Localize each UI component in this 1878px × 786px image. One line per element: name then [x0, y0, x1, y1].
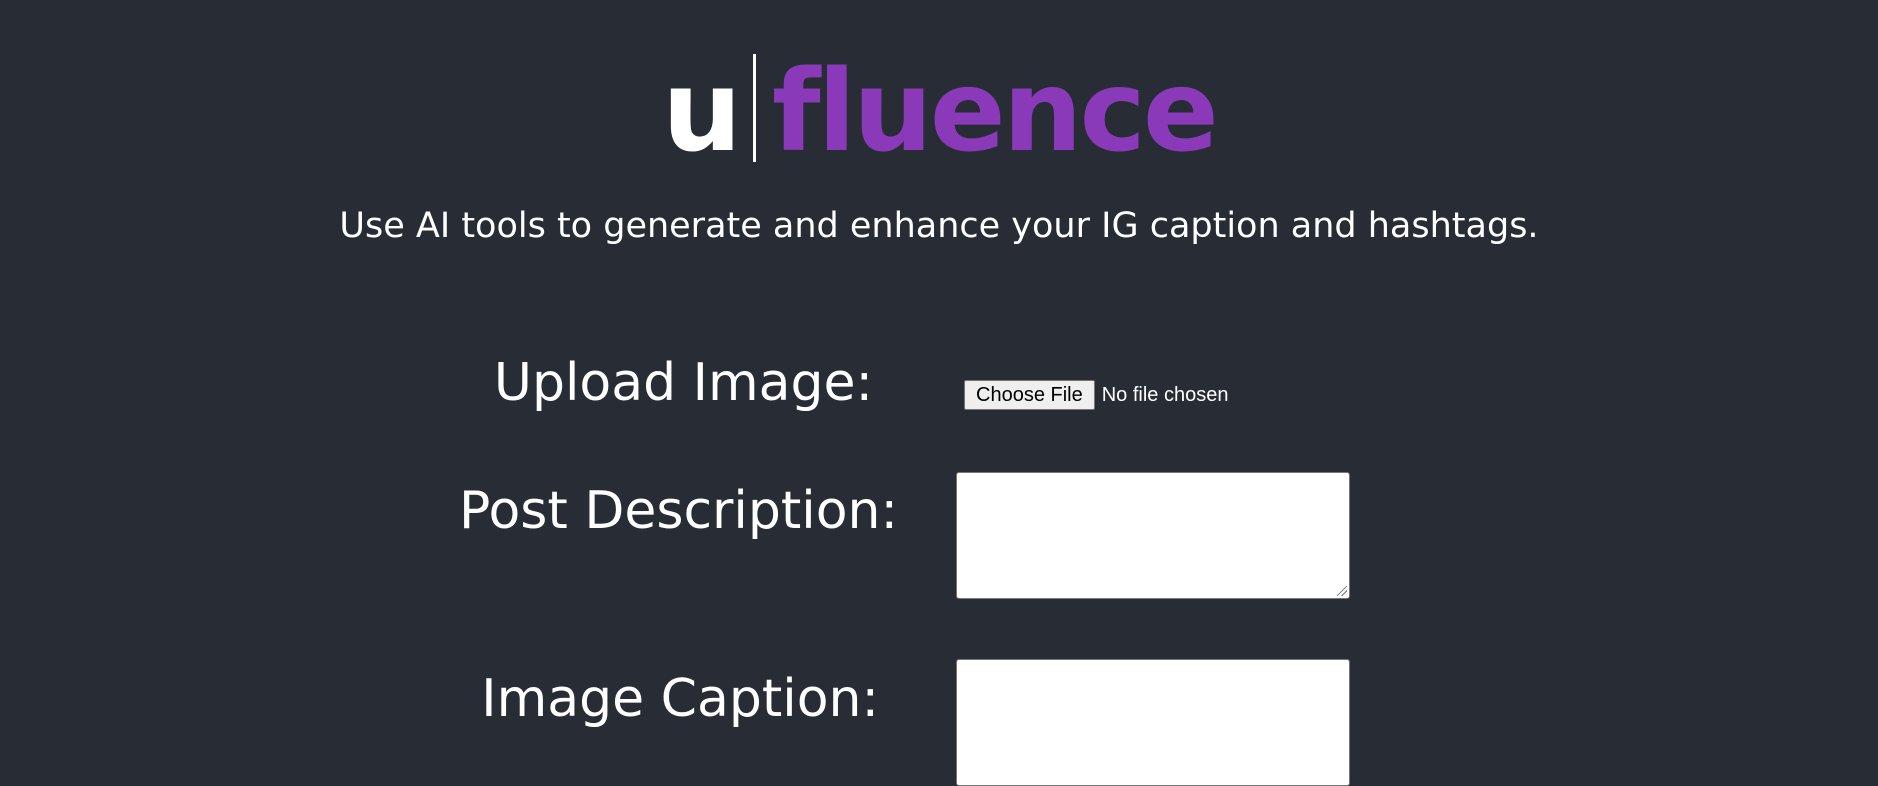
logo-divider — [752, 54, 756, 162]
logo-letter-u: u — [662, 47, 742, 177]
image-caption-textarea[interactable] — [956, 659, 1350, 786]
post-description-textarea[interactable] — [956, 472, 1350, 599]
page-subtitle: Use AI tools to generate and enhance you… — [339, 206, 1539, 246]
choose-file-button[interactable]: Choose File — [964, 380, 1095, 410]
file-status-text: No file chosen — [1101, 383, 1229, 406]
image-file-input[interactable]: Choose File No file chosen — [964, 380, 1228, 410]
app-logo: u fluence — [0, 52, 1878, 172]
post-description-label: Post Description: — [458, 481, 898, 541]
upload-image-label: Upload Image: — [493, 353, 873, 413]
logo-word-fluence: fluence — [771, 47, 1219, 177]
image-caption-label: Image Caption: — [481, 669, 879, 729]
resize-handle-icon[interactable] — [1337, 586, 1347, 596]
